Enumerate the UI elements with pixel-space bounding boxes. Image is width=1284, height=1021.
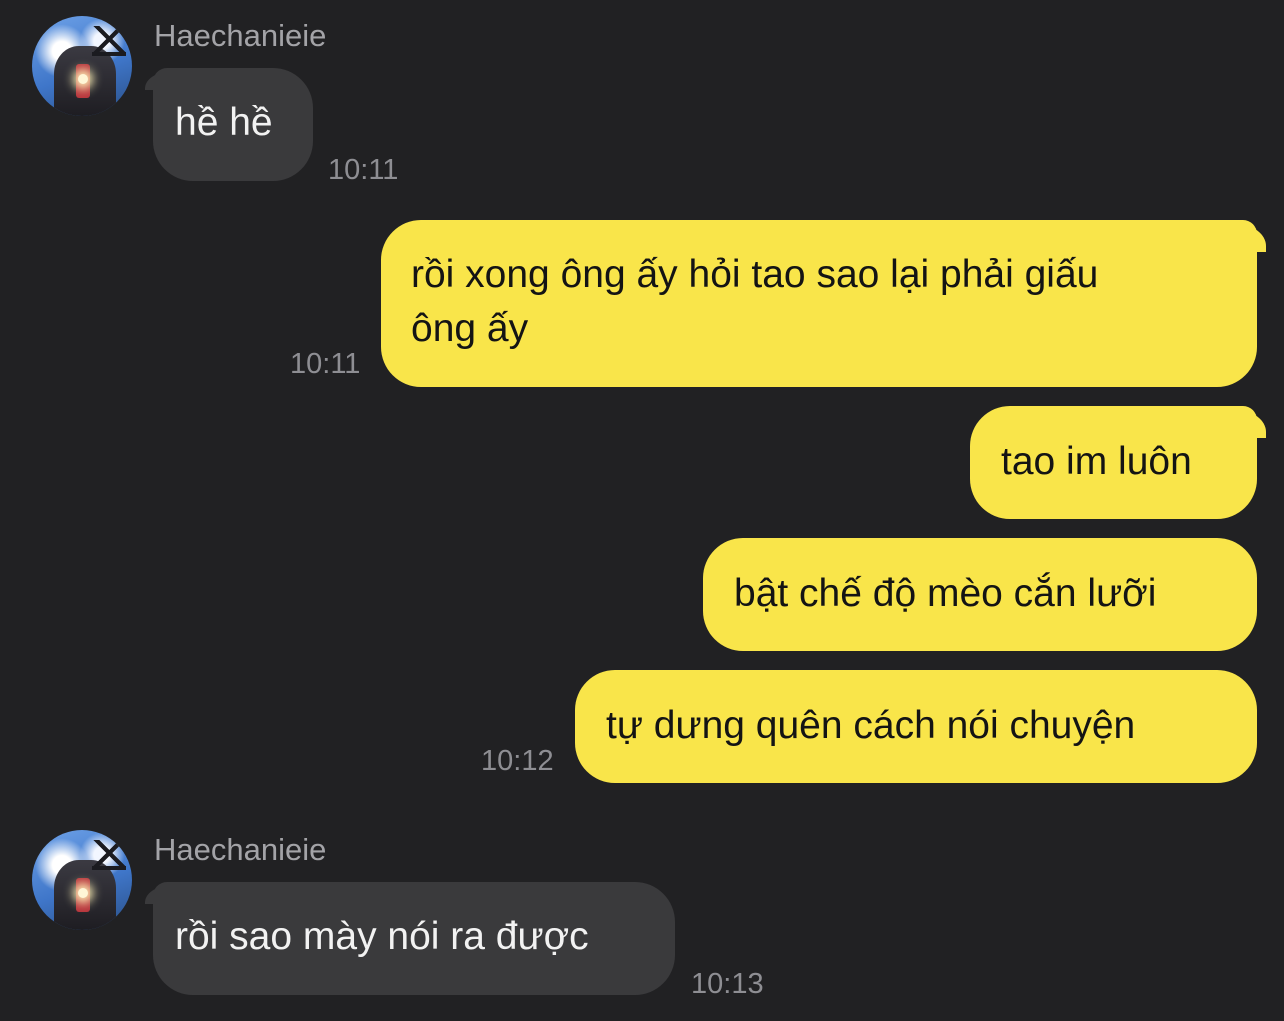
message-time: 10:13	[691, 968, 764, 1000]
message-text: tự dưng quên cách nói chuyện	[606, 704, 1136, 747]
crown-icon	[92, 840, 126, 870]
avatar-light	[78, 888, 88, 898]
sender-name: Haechanieie	[154, 832, 327, 867]
message-bubble[interactable]: tự dưng quên cách nói chuyện	[575, 670, 1257, 783]
message-bubble[interactable]: bật chế độ mèo cắn lưỡi	[703, 538, 1257, 651]
message-text: rồi sao mày nói ra được	[175, 915, 589, 958]
message-time: 10:11	[328, 154, 399, 186]
avatar-light	[78, 74, 88, 84]
message-bubble[interactable]: rồi sao mày nói ra được	[153, 882, 675, 995]
message-text: bật chế độ mèo cắn lưỡi	[734, 572, 1157, 615]
message-time: 10:12	[481, 745, 554, 777]
message-time: 10:11	[290, 348, 361, 380]
sender-name: Haechanieie	[154, 18, 327, 53]
avatar[interactable]	[32, 16, 132, 116]
avatar[interactable]	[32, 830, 132, 930]
crown-icon	[92, 26, 126, 56]
message-text: rồi xong ông ấy hỏi tao sao lại phải giấ…	[411, 253, 1099, 296]
message-text: tao im luôn	[1001, 440, 1192, 483]
message-text: hề hề	[175, 101, 273, 144]
message-bubble[interactable]: rồi xong ông ấy hỏi tao sao lại phải giấ…	[381, 220, 1257, 387]
message-text: ông ấy	[411, 307, 529, 350]
message-bubble[interactable]: hề hề	[153, 68, 313, 181]
message-bubble[interactable]: tao im luôn	[970, 406, 1257, 519]
